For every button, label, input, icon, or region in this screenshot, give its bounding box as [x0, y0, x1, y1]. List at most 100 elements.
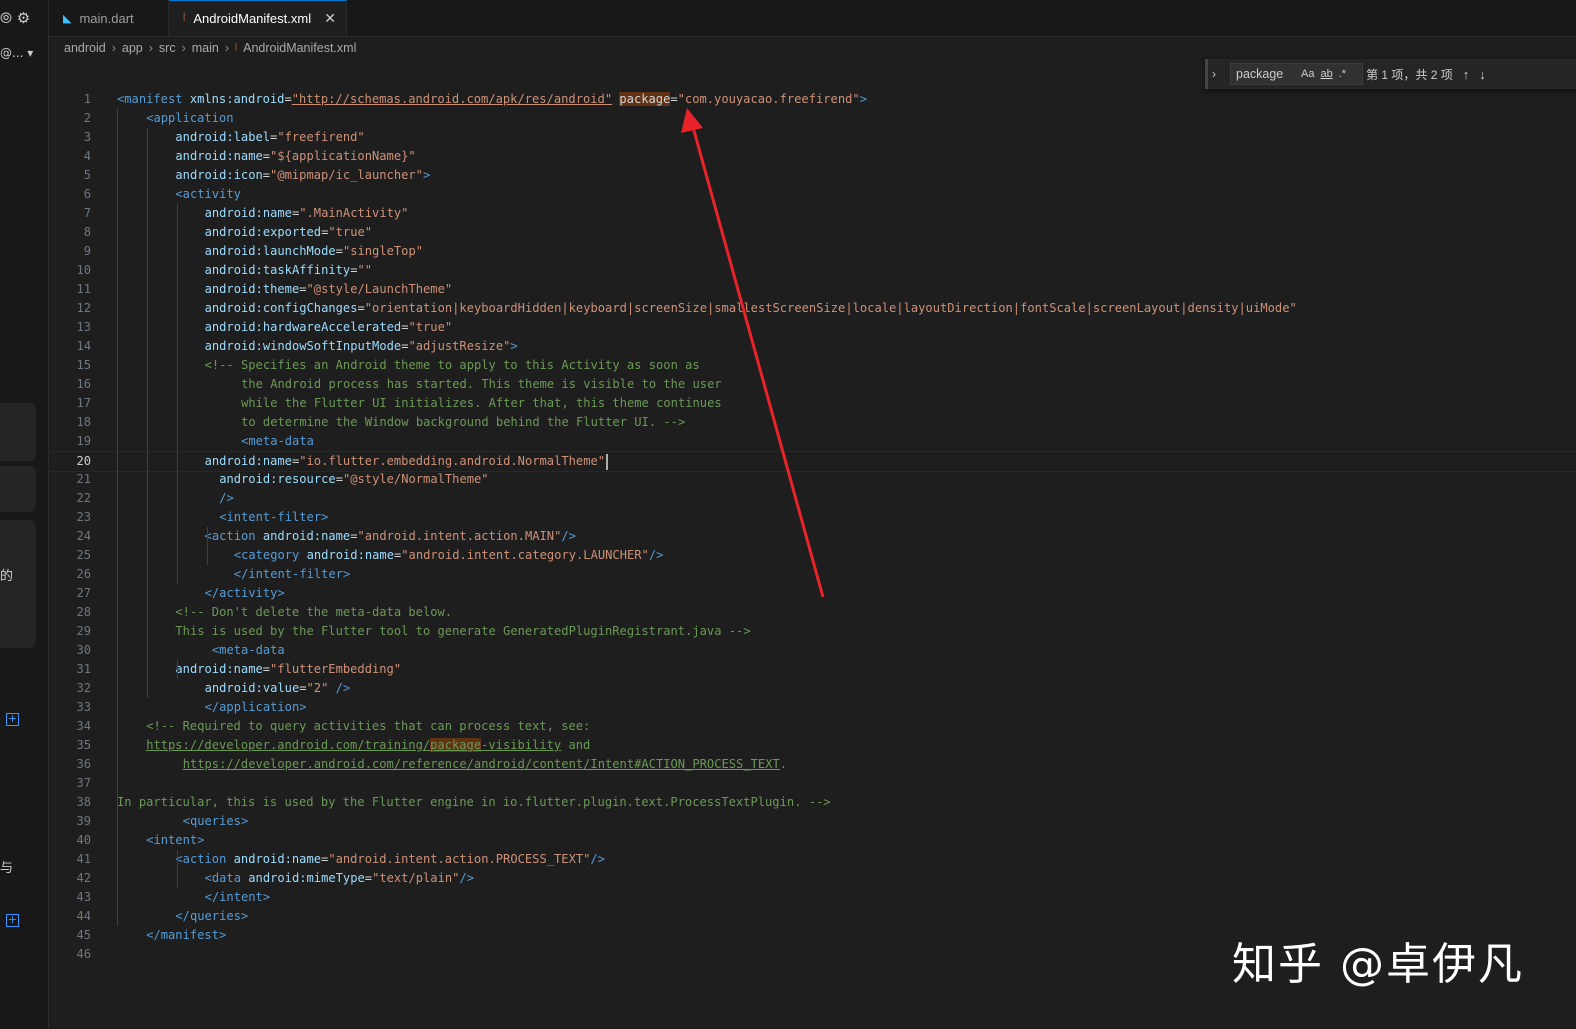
tab-label: main.dart	[79, 10, 134, 26]
code-token: android:mimeType	[248, 871, 365, 885]
code-line[interactable]: 9 android:launchMode="singleTop"	[49, 242, 1576, 261]
breadcrumb-item[interactable]: app	[122, 41, 143, 55]
code-token: .	[779, 757, 788, 771]
code-token: android:launchMode	[204, 244, 336, 258]
code-token: >	[510, 339, 518, 353]
code-line[interactable]: 38 In particular, this is used by the Flu…	[49, 793, 1576, 812]
line-number: 4	[83, 149, 91, 163]
code-line[interactable]: 22 />	[49, 489, 1576, 508]
chevron-right-icon: ›	[181, 41, 186, 55]
code-line[interactable]: 37	[49, 774, 1576, 793]
code-line[interactable]: 25 <category android:name="android.intent…	[49, 546, 1576, 565]
code-token: meta-data	[248, 434, 314, 448]
code-line[interactable]: 20 android:name="io.flutter.embedding.and…	[49, 451, 1576, 472]
code-text: https://developer.android.com/reference/…	[183, 755, 787, 774]
code-line[interactable]: 39 <queries>	[49, 812, 1576, 831]
tab-android-manifest[interactable]: ⦚ AndroidManifest.xml ✕	[169, 0, 347, 36]
code-line[interactable]: 33 </application>	[49, 698, 1576, 717]
breadcrumb-item[interactable]: src	[159, 41, 176, 55]
close-icon[interactable]: ✕	[324, 10, 336, 27]
code-line[interactable]: 4 android:name="${applicationName}"	[49, 147, 1576, 166]
side-text: 与	[0, 861, 14, 876]
code-token: </	[146, 928, 161, 942]
code-text: the Android process has started. This th…	[241, 375, 722, 394]
breadcrumb: android › app › src › main › ⦚ AndroidMa…	[64, 38, 356, 58]
code-line[interactable]: 26 </intent-filter>	[49, 565, 1576, 584]
code-text: <category android:name="android.intent.c…	[234, 546, 664, 565]
code-line[interactable]: 17 while the Flutter UI initializes. Afte…	[49, 394, 1576, 413]
indent-guide	[147, 128, 148, 698]
code-line[interactable]: 15 <!-- Specifies an Android theme to app…	[49, 356, 1576, 375]
code-token: />	[648, 548, 664, 562]
code-line[interactable]: 23 <intent-filter>	[49, 508, 1576, 527]
account-dropdown[interactable]: @... ▾	[0, 46, 33, 60]
code-token: </	[175, 909, 190, 923]
breadcrumb-item[interactable]: AndroidManifest.xml	[243, 41, 356, 55]
code-line[interactable]: 7 android:name=".MainActivity"	[49, 204, 1576, 223]
code-token: android:name	[204, 206, 292, 220]
code-token: android:name	[175, 149, 263, 163]
code-token: android:exported	[204, 225, 322, 239]
code-line[interactable]: 28 <!-- Don't delete the meta-data below.	[49, 603, 1576, 622]
code-text: <manifest xmlns:android="http://schemas.…	[117, 90, 867, 109]
code-line[interactable]: 2 <application	[49, 109, 1576, 128]
code-line[interactable]: 10 android:taskAffinity=""	[49, 261, 1576, 280]
code-token: "io.flutter.embedding.android.NormalThem…	[299, 454, 606, 468]
code-token: package	[619, 92, 671, 106]
code-line[interactable]: 34 <!-- Required to query activities that…	[49, 717, 1576, 736]
code-token: the Android process has started. This th…	[241, 377, 722, 391]
line-number: 40	[76, 833, 91, 847]
code-line[interactable]: 41 <action android:name="android.intent.a…	[49, 850, 1576, 869]
code-line[interactable]: 8 android:exported="true"	[49, 223, 1576, 242]
code-token: android:name	[233, 852, 322, 866]
code-line[interactable]: 11 android:theme="@style/LaunchTheme"	[49, 280, 1576, 299]
dart-icon: ◣	[63, 12, 72, 25]
code-line[interactable]: 42 <data android:mimeType="text/plain"/>	[49, 869, 1576, 888]
text-cursor	[606, 453, 609, 470]
previous-match-button[interactable]: ↑	[1463, 67, 1470, 82]
code-line[interactable]: 36 https://developer.android.com/referenc…	[49, 755, 1576, 774]
code-line[interactable]: 30 <meta-data	[49, 641, 1576, 660]
whole-word-toggle[interactable]: ab	[1320, 68, 1332, 80]
code-line[interactable]: 31 android:name="flutterEmbedding"	[49, 660, 1576, 679]
chevron-right-icon[interactable]: ›	[1212, 67, 1228, 81]
code-line[interactable]: 6 <activity	[49, 185, 1576, 204]
code-token: >	[859, 92, 867, 106]
next-match-button[interactable]: ↓	[1479, 67, 1486, 82]
add-icon[interactable]: +	[6, 713, 19, 726]
code-line[interactable]: 5 android:icon="@mipmap/ic_launcher">	[49, 166, 1576, 185]
code-line[interactable]: 14 android:windowSoftInputMode="adjustRes…	[49, 337, 1576, 356]
code-line[interactable]: 19 <meta-data	[49, 432, 1576, 451]
code-line[interactable]: 16 the Android process has started. This …	[49, 375, 1576, 394]
match-case-toggle[interactable]: Aa	[1301, 68, 1314, 80]
indent-guide	[177, 660, 178, 679]
code-token: =	[262, 662, 271, 676]
code-line[interactable]: 35 https://developer.android.com/training…	[49, 736, 1576, 755]
code-line[interactable]: 43 </intent>	[49, 888, 1576, 907]
code-line[interactable]: 3 android:label="freefirend"	[49, 128, 1576, 147]
code-line[interactable]: 18 to determine the Window background beh…	[49, 413, 1576, 432]
code-line[interactable]: 40 <intent>	[49, 831, 1576, 850]
code-text: to determine the Window background behin…	[241, 413, 685, 432]
code-line[interactable]: 12 android:configChanges="orientation|key…	[49, 299, 1576, 318]
code-line[interactable]: 21 android:resource="@style/NormalTheme"	[49, 470, 1576, 489]
code-line[interactable]: 13 android:hardwareAccelerated="true"	[49, 318, 1576, 337]
line-number: 5	[83, 168, 91, 182]
breadcrumb-item[interactable]: main	[192, 41, 219, 55]
code-line[interactable]: 44 </queries>	[49, 907, 1576, 926]
breadcrumb-item[interactable]: android	[64, 41, 106, 55]
code-line[interactable]: 1 <manifest xmlns:android="http://schemas…	[49, 90, 1576, 109]
code-token: >	[277, 586, 285, 600]
code-line[interactable]: 27 </activity>	[49, 584, 1576, 603]
tab-main-dart[interactable]: ◣ main.dart	[49, 0, 169, 36]
add-icon[interactable]: +	[6, 914, 19, 927]
regex-toggle[interactable]: .*	[1339, 68, 1346, 80]
code-line[interactable]: 32 android:value="2" />	[49, 679, 1576, 698]
code-editor[interactable]: 1 <manifest xmlns:android="http://schemas…	[49, 90, 1576, 1029]
code-token: intent-filter	[248, 567, 344, 581]
code-token: activity	[219, 586, 278, 600]
find-options: Aa ab .*	[1301, 68, 1346, 80]
code-line[interactable]: 29 This is used by the Flutter tool to ge…	[49, 622, 1576, 641]
settings-gear-icon[interactable]: ⦾ ⚙	[0, 9, 30, 27]
code-line[interactable]: 24 <action android:name="android.intent.a…	[49, 527, 1576, 546]
